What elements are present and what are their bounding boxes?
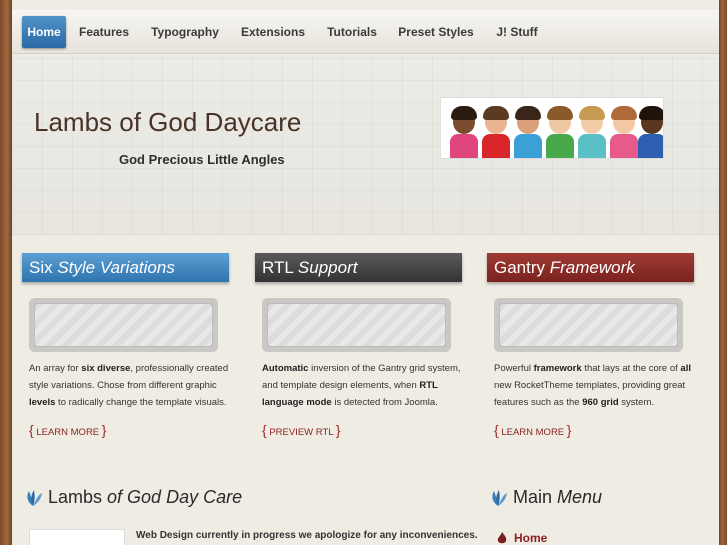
feature-description: An array for six diverse, professionally… (29, 363, 229, 408)
nav-item-preset-styles[interactable]: Preset Styles (398, 16, 474, 48)
content-heading: Lambs of God Day Care (48, 487, 243, 507)
nav-item-home[interactable]: Home (22, 16, 66, 48)
nav-item-typography[interactable]: Typography (148, 16, 222, 48)
nav-item-extensions[interactable]: Extensions (238, 16, 308, 48)
kids-photo (440, 97, 664, 159)
header: Lambs of God Daycare God Precious Little… (12, 55, 719, 235)
main-nav: Home Features Typography Extensions Tuto… (12, 10, 719, 54)
wood-frame-left (0, 0, 12, 545)
nav-item-j-stuff[interactable]: J! Stuff (492, 16, 542, 48)
feature-thumbnail (494, 298, 683, 352)
wood-frame-right (719, 0, 727, 545)
learn-more-link[interactable]: { LEARN MORE } (494, 422, 571, 438)
nav-item-tutorials[interactable]: Tutorials (321, 16, 383, 48)
leaf-icon (492, 490, 507, 506)
feature-title: RTL Support (255, 253, 462, 282)
sidebar-heading: Main Menu (513, 487, 603, 507)
feature-title: Gantry Framework (487, 253, 694, 282)
site-title[interactable]: Lambs of God Daycare (34, 107, 301, 138)
leaf-icon (27, 490, 42, 506)
feature-title: Six Style Variations (22, 253, 229, 282)
sidebar-menu-home[interactable]: Home (514, 531, 547, 545)
flame-icon (497, 532, 507, 544)
feature-description: Automatic inversion of the Gantry grid s… (262, 363, 461, 408)
feature-thumbnail (29, 298, 218, 352)
preview-rtl-link[interactable]: { PREVIEW RTL } (262, 422, 341, 438)
feature-description: Powerful framework that lays at the core… (494, 363, 691, 408)
feature-thumbnail (262, 298, 451, 352)
site-tagline: God Precious Little Angles (119, 152, 285, 167)
notice-text: Web Design currently in progress we apol… (136, 530, 478, 541)
page: Home Features Typography Extensions Tuto… (12, 0, 719, 545)
nav-item-features[interactable]: Features (74, 16, 134, 48)
content-image (29, 529, 125, 545)
learn-more-link[interactable]: { LEARN MORE } (29, 422, 106, 438)
